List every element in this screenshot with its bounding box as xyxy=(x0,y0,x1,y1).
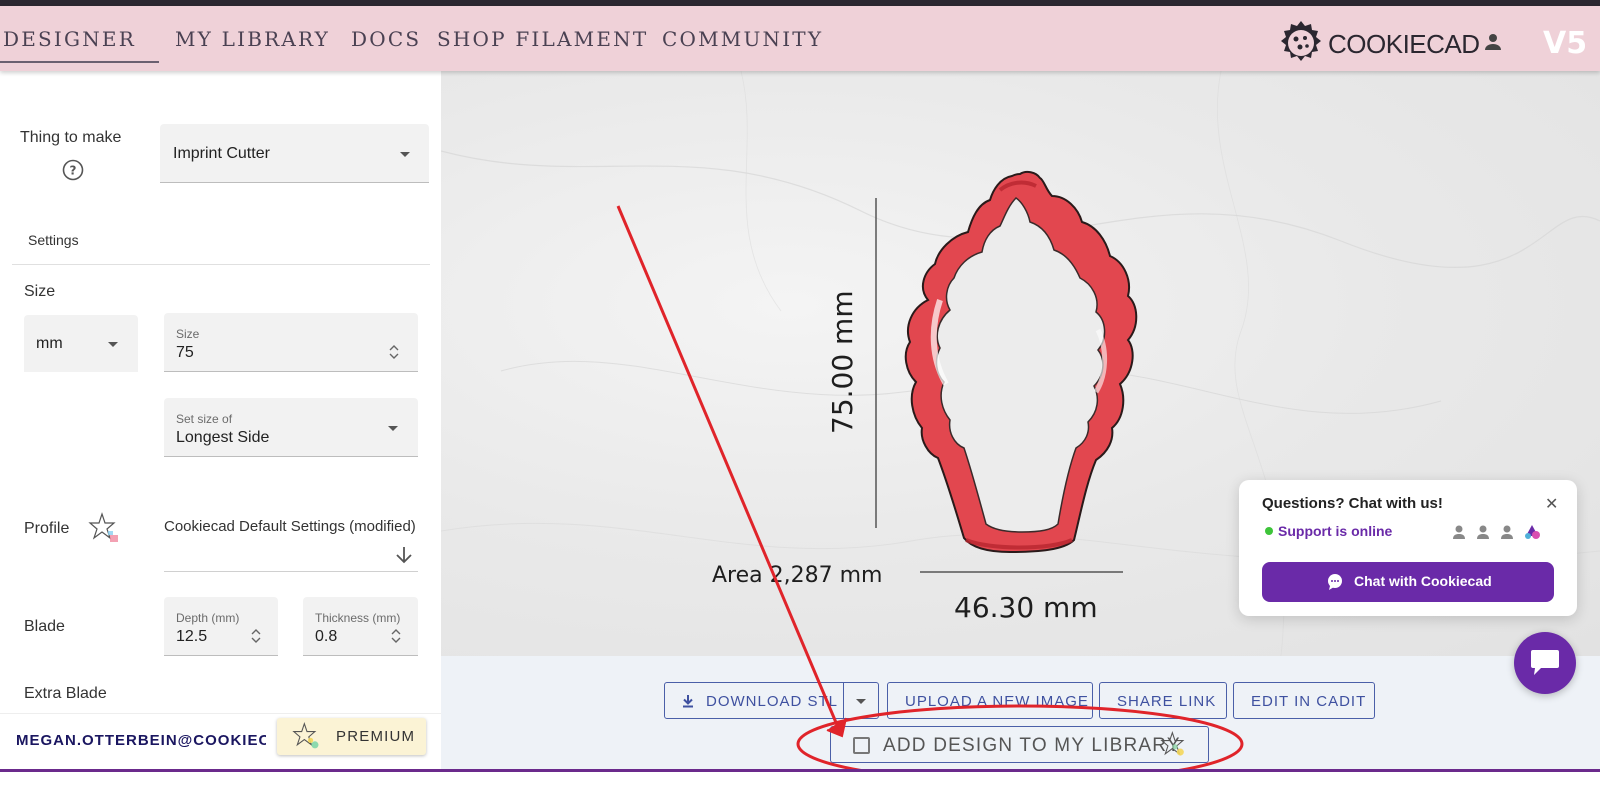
unit-select[interactable]: mm xyxy=(24,315,138,372)
profile-value: Cookiecad Default Settings (modified) xyxy=(164,518,416,535)
width-dimension-label: 46.30 mm xyxy=(954,591,1098,624)
set-size-of-label: Set size of xyxy=(176,412,233,426)
edit-in-cadit-button[interactable]: EDIT IN CADIT xyxy=(1233,682,1375,719)
chat-title: Questions? Chat with us! xyxy=(1262,495,1443,512)
nav-active-indicator xyxy=(0,61,159,63)
add-to-library-label: ADD DESIGN TO MY LIBRARY xyxy=(883,735,1181,756)
chat-launcher-button[interactable] xyxy=(1514,632,1576,694)
depth-input[interactable]: Depth (mm) 12.5 xyxy=(164,597,278,656)
nav-my-library[interactable]: MY LIBRARY xyxy=(175,27,330,51)
agent-avatar-icon xyxy=(1501,525,1513,539)
nav-docs[interactable]: DOCS xyxy=(351,27,421,51)
settings-heading: Settings xyxy=(28,232,79,248)
dropdown-caret-icon xyxy=(388,426,398,431)
close-icon[interactable]: ✕ xyxy=(1545,494,1558,514)
thickness-label: Thickness (mm) xyxy=(315,611,401,625)
brand-name[interactable]: COOKIECAD xyxy=(1328,29,1480,60)
user-email[interactable]: MEGAN.OTTERBEIN@COOKIEC… xyxy=(16,732,266,749)
set-size-of-value: Longest Side xyxy=(176,429,270,446)
size-section-label: Size xyxy=(24,283,56,300)
chat-button-label: Chat with Cookiecad xyxy=(1354,573,1492,589)
chat-status: Support is online xyxy=(1278,523,1393,539)
profile-select[interactable]: Cookiecad Default Settings (modified) xyxy=(164,512,418,572)
download-options-button[interactable] xyxy=(843,682,879,719)
set-size-of-select[interactable]: Set size of Longest Side xyxy=(164,398,418,457)
settings-divider xyxy=(12,264,430,265)
agent-avatar-icon xyxy=(1453,525,1465,539)
add-to-library-toggle[interactable]: ADD DESIGN TO MY LIBRARY xyxy=(830,726,1209,763)
premium-star-icon xyxy=(88,512,118,542)
download-icon xyxy=(683,695,693,708)
account-icon[interactable] xyxy=(1481,30,1505,54)
stepper-icon[interactable] xyxy=(250,627,262,645)
unit-value: mm xyxy=(36,335,63,352)
dropdown-caret-icon xyxy=(856,699,866,704)
cookiecad-logo-icon[interactable] xyxy=(1276,18,1326,68)
profile-label: Profile xyxy=(24,520,70,537)
download-stl-label: DOWNLOAD STL xyxy=(706,693,839,710)
share-link-button[interactable]: SHARE LINK xyxy=(1099,682,1227,719)
stepper-icon[interactable] xyxy=(388,343,400,361)
nav-community[interactable]: COMMUNITY xyxy=(662,27,823,51)
online-status-dot xyxy=(1265,527,1273,535)
depth-value: 12.5 xyxy=(176,628,208,645)
chat-popup: Questions? Chat with us! ✕ Support is on… xyxy=(1239,480,1577,616)
size-field-label: Size xyxy=(176,327,200,341)
premium-label: PREMIUM xyxy=(336,728,416,745)
size-input[interactable]: Size 75 xyxy=(164,313,418,372)
depth-label: Depth (mm) xyxy=(176,611,240,625)
height-dimension-label: 75.00 mm xyxy=(826,290,859,434)
stepper-icon[interactable] xyxy=(390,627,402,645)
thickness-input[interactable]: Thickness (mm) 0.8 xyxy=(303,597,418,656)
area-label: Area 2,287 mm xyxy=(712,563,883,588)
agent-avatar-icon xyxy=(1477,525,1489,539)
nav-designer[interactable]: DESIGNER xyxy=(3,27,136,51)
premium-button[interactable]: PREMIUM xyxy=(277,718,426,755)
version-badge: V5 xyxy=(1543,26,1588,61)
chat-with-cookiecad-button[interactable]: Chat with Cookiecad xyxy=(1262,562,1554,602)
chat-icon xyxy=(1531,650,1559,675)
page-bottom xyxy=(0,772,1600,786)
blade-label: Blade xyxy=(24,618,65,635)
thing-to-make-select[interactable]: Imprint Cutter xyxy=(160,124,429,183)
extra-blade-label: Extra Blade xyxy=(24,685,107,702)
svg-text:?: ? xyxy=(70,164,77,178)
premium-star-icon xyxy=(1160,730,1185,756)
dropdown-caret-icon xyxy=(400,152,410,157)
thing-to-make-value: Imprint Cutter xyxy=(173,145,270,162)
sidebar-footer: MEGAN.OTTERBEIN@COOKIEC… PREMIUM xyxy=(0,713,441,771)
edit-in-cadit-label: EDIT IN CADIT xyxy=(1251,693,1367,710)
top-navigation-bar: DESIGNER MY LIBRARY DOCS SHOP FILAMENT C… xyxy=(0,6,1600,71)
add-to-library-checkbox[interactable] xyxy=(853,737,870,754)
help-icon[interactable]: ? xyxy=(62,159,84,181)
premium-star-icon xyxy=(292,721,319,749)
app-logo-icon xyxy=(1525,525,1540,539)
share-link-label: SHARE LINK xyxy=(1117,693,1217,710)
thing-to-make-label: Thing to make xyxy=(20,129,122,146)
nav-shop-filament[interactable]: SHOP FILAMENT xyxy=(437,27,648,51)
thickness-value: 0.8 xyxy=(315,628,338,645)
upload-image-button[interactable]: UPLOAD A NEW IMAGE xyxy=(887,682,1093,719)
download-stl-button[interactable]: DOWNLOAD STL xyxy=(664,682,844,719)
arrow-down-icon[interactable] xyxy=(395,545,413,565)
upload-image-label: UPLOAD A NEW IMAGE xyxy=(905,693,1089,710)
dropdown-caret-icon xyxy=(108,342,118,347)
size-field-value: 75 xyxy=(176,344,194,361)
chat-bubble-icon xyxy=(1328,574,1342,590)
